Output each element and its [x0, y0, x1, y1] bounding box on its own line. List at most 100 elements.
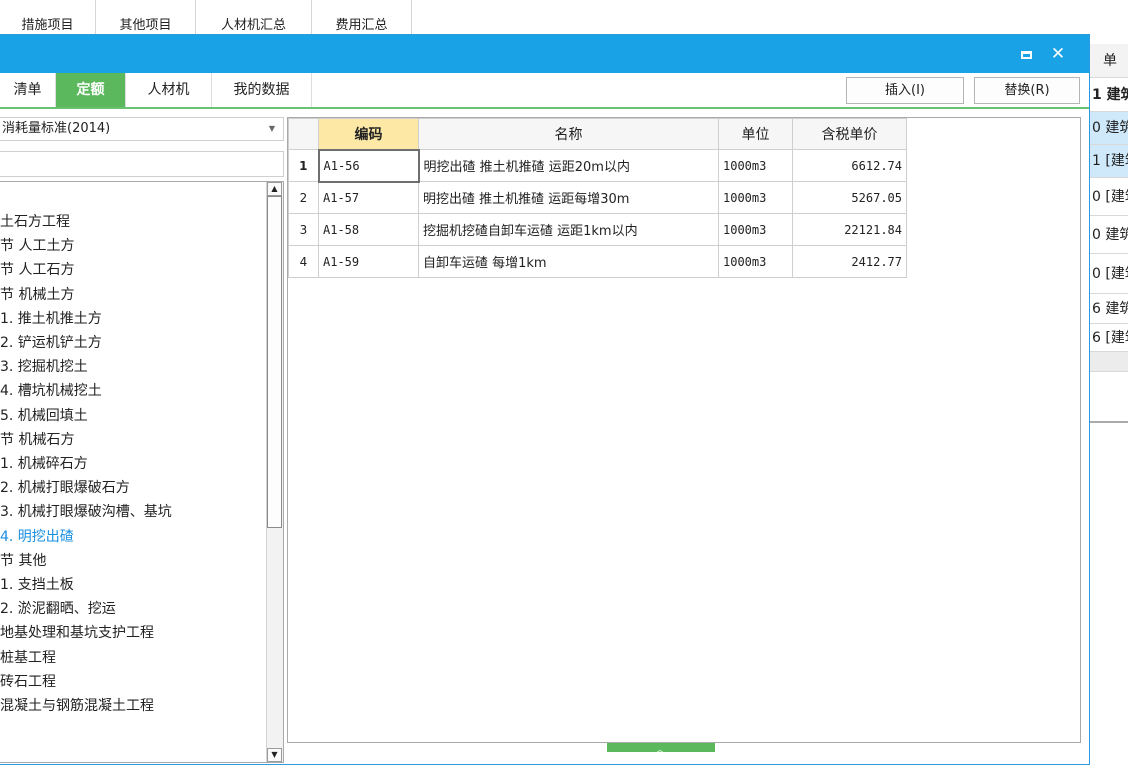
bg-row[interactable]: 0 建筑	[1090, 216, 1128, 254]
bg-row[interactable]: 0 建筑	[1090, 112, 1128, 145]
tab-label: 我的数据	[233, 82, 290, 98]
tab-other-items[interactable]: 其他项目	[96, 0, 196, 34]
tab-label: 人材机汇总	[220, 18, 286, 33]
cell-unit: 1000m3	[718, 213, 793, 246]
tab-label: 人材机	[147, 82, 190, 98]
dialog-tab-row: 清单 定额 人材机 我的数据 插入(I) 替换(R)	[0, 73, 1089, 109]
tab-labor-material-machine[interactable]: 人材机	[126, 73, 212, 107]
column-header-name[interactable]: 名称	[418, 118, 719, 150]
tree-item[interactable]: 桩基工程	[0, 646, 56, 670]
cell-code: A1-59	[318, 245, 419, 278]
cell-unit: 1000m3	[718, 181, 793, 214]
chevron-up-icon: ︿	[655, 745, 665, 756]
cell-code: A1-57	[318, 181, 419, 214]
tree-item[interactable]: 4. 槽坑机械挖土	[0, 379, 102, 403]
tab-labor-material-summary[interactable]: 人材机汇总	[196, 0, 312, 34]
tree-item[interactable]: 3. 机械打眼爆破沟槽、基坑	[0, 500, 172, 524]
table-row[interactable]: 3 A1-58 挖掘机挖碴自卸车运碴 运距1km以内 1000m3 22121.84	[288, 213, 907, 246]
search-input[interactable]	[0, 151, 284, 177]
cell-name: 明挖出碴 推土机推碴 运距每增30m	[418, 181, 719, 214]
tree-item[interactable]: 2. 铲运机铲土方	[0, 331, 102, 355]
bg-row[interactable]: 6 建筑	[1090, 294, 1128, 324]
tree-item[interactable]: 3. 挖掘机挖土	[0, 355, 88, 379]
tree-item[interactable]: 节 其他	[0, 549, 46, 573]
scroll-down-icon[interactable]: ▼	[267, 748, 282, 762]
cell-unit: 1000m3	[718, 245, 793, 278]
tree-item[interactable]: 节 机械土方	[0, 283, 74, 307]
tree-scrollbar[interactable]: ▲ ▼	[266, 182, 283, 762]
tab-quota[interactable]: 定额	[56, 73, 126, 107]
bg-row[interactable]: 0 [建筑	[1090, 254, 1128, 294]
bg-divider	[1090, 421, 1128, 423]
chevron-down-icon: ▼	[268, 124, 275, 133]
quota-grid: 编码 名称 单位 含税单价 1 A1-56 明挖出碴 推土机推碴 运距20m以内 10…	[287, 117, 1081, 743]
cell-name: 自卸车运碴 每增1km	[418, 245, 719, 278]
tree-item[interactable]: 1. 推土机推土方	[0, 307, 102, 331]
bg-column-header: 单	[1090, 44, 1128, 78]
background-right-panel: 单 1 建筑 0 建筑 1 [建筑 0 [建筑 0 建筑 0 [建筑 6 建筑 …	[1090, 44, 1128, 444]
restore-icon[interactable]	[1015, 43, 1037, 65]
table-row[interactable]: 1 A1-56 明挖出碴 推土机推碴 运距20m以内 1000m3 6612.74	[288, 148, 907, 183]
column-header-unit[interactable]: 单位	[718, 118, 793, 150]
tree-item[interactable]: 节 机械石方	[0, 428, 74, 452]
quota-browser-dialog: ✕ 清单 定额 人材机 我的数据 插入(I) 替换(R) 消耗量标准(2014)…	[0, 34, 1090, 765]
scroll-thumb[interactable]	[267, 196, 282, 528]
tree-item[interactable]: 砖石工程	[0, 670, 56, 694]
column-header-code[interactable]: 编码	[318, 118, 419, 150]
cell-price: 5267.05	[792, 181, 907, 214]
replace-button[interactable]: 替换(R)	[974, 77, 1080, 104]
background-tab-bar: 措施项目 其他项目 人材机汇总 费用汇总	[0, 0, 1128, 34]
row-number: 3	[288, 213, 319, 246]
bg-row[interactable]: 0 [建筑	[1090, 178, 1128, 216]
tab-label: 定额	[76, 82, 105, 98]
tree-item[interactable]: 4. 明挖出碴	[0, 525, 74, 549]
bg-row[interactable]: 1 建筑	[1090, 78, 1128, 112]
chapter-tree: 土石方工程节 人工土方节 人工石方节 机械土方 1. 推土机推土方 2. 铲运机铲土…	[0, 181, 284, 763]
splitter-handle[interactable]: ︿	[607, 743, 715, 756]
cell-code: A1-56	[317, 148, 420, 183]
tree-item[interactable]: 土石方工程	[0, 210, 70, 234]
row-number: 1	[288, 149, 319, 182]
column-header-price[interactable]: 含税单价	[792, 118, 907, 150]
tab-label: 清单	[13, 82, 42, 98]
table-row[interactable]: 2 A1-57 明挖出碴 推土机推碴 运距每增30m 1000m3 5267.05	[288, 181, 907, 214]
cell-unit: 1000m3	[718, 149, 793, 182]
tree-item[interactable]: 2. 机械打眼爆破石方	[0, 476, 130, 500]
tree-item[interactable]: 1. 机械碎石方	[0, 452, 88, 476]
tree-item[interactable]: 混凝土与钢筋混凝土工程	[0, 694, 154, 718]
cell-name: 挖掘机挖碴自卸车运碴 运距1km以内	[418, 213, 719, 246]
tab-my-data[interactable]: 我的数据	[212, 73, 312, 107]
tree-item[interactable]: 节 人工石方	[0, 258, 74, 282]
tab-cost-summary[interactable]: 费用汇总	[312, 0, 412, 34]
tree-item[interactable]: 节 人工土方	[0, 234, 74, 258]
cell-price: 22121.84	[792, 213, 907, 246]
standard-select-value: 消耗量标准(2014)	[2, 121, 111, 136]
tab-bill[interactable]: 清单	[0, 73, 56, 107]
dialog-title-bar[interactable]: ✕	[0, 35, 1089, 73]
tab-label: 措施项目	[21, 18, 74, 33]
cell-price: 6612.74	[792, 149, 907, 182]
tree-item[interactable]: 1. 支挡土板	[0, 573, 74, 597]
row-number: 4	[288, 245, 319, 278]
table-row[interactable]: 4 A1-59 自卸车运碴 每增1km 1000m3 2412.77	[288, 245, 907, 278]
tree-item[interactable]: 2. 淤泥翻晒、挖运	[0, 597, 116, 621]
quota-table: 编码 名称 单位 含税单价 1 A1-56 明挖出碴 推土机推碴 运距20m以内 10…	[288, 118, 907, 278]
tab-label: 其他项目	[119, 18, 172, 33]
bg-empty-row	[1090, 352, 1128, 372]
bg-row[interactable]: 1 [建筑	[1090, 145, 1128, 178]
insert-button[interactable]: 插入(I)	[846, 77, 964, 104]
tree-item[interactable]: 地基处理和基坑支护工程	[0, 621, 154, 645]
standard-select[interactable]: 消耗量标准(2014) ▼	[0, 117, 284, 141]
tab-measures[interactable]: 措施项目	[0, 0, 96, 34]
cell-name: 明挖出碴 推土机推碴 运距20m以内	[418, 149, 719, 182]
cell-code: A1-58	[318, 213, 419, 246]
row-number-header	[288, 118, 319, 150]
cell-price: 2412.77	[792, 245, 907, 278]
row-number: 2	[288, 181, 319, 214]
scroll-up-icon[interactable]: ▲	[267, 182, 282, 196]
tab-label: 费用汇总	[335, 18, 388, 33]
bg-row[interactable]: 6 [建筑	[1090, 324, 1128, 352]
left-panel: 消耗量标准(2014) ▼ 土石方工程节 人工土方节 人工石方节 机械土方 1. …	[0, 113, 286, 763]
tree-item[interactable]: 5. 机械回填土	[0, 404, 88, 428]
close-icon[interactable]: ✕	[1047, 43, 1069, 65]
